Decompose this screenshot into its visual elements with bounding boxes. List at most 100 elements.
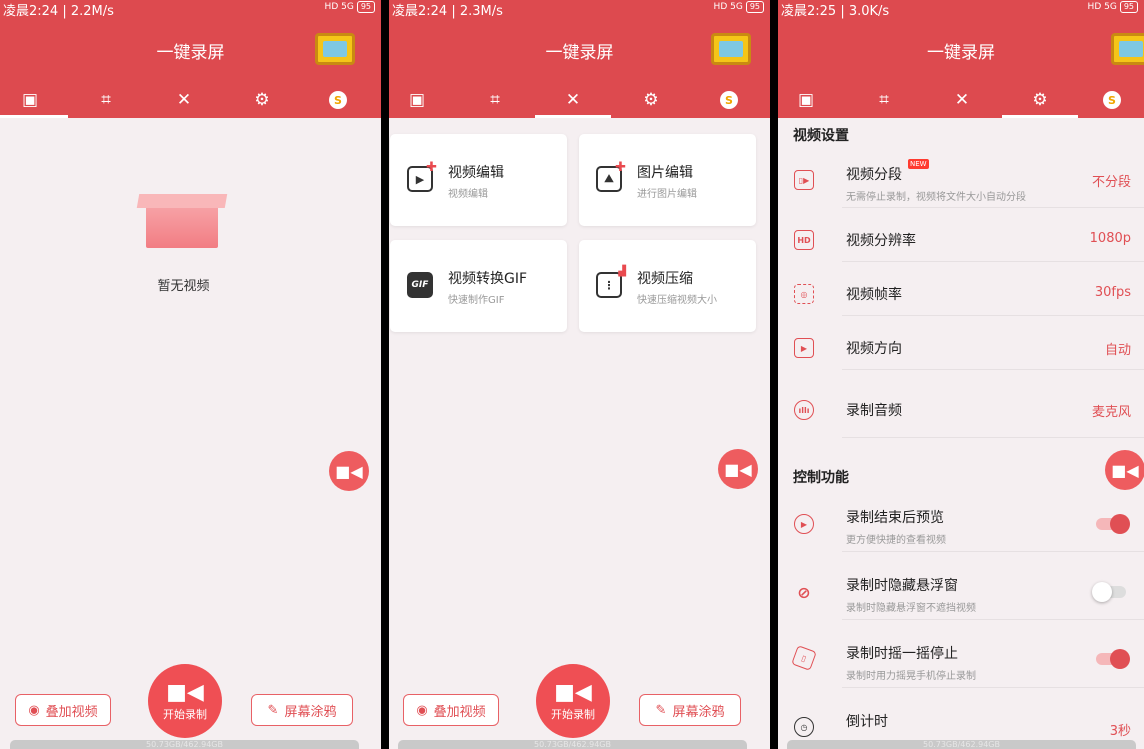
overlay-video-button[interactable]: ◉ 叠加视频: [15, 694, 111, 726]
video-list-icon: ▣: [408, 90, 426, 110]
overlay-video-label: 叠加视频: [45, 704, 98, 720]
tool-card-image-edit[interactable]: ⛰ ✚ 图片编辑 进行图片编辑: [579, 134, 756, 226]
video-list-icon: ▣: [21, 90, 39, 110]
tab-coins[interactable]: S: [300, 82, 376, 118]
setting-value: 30fps: [1094, 285, 1131, 300]
tab-settings[interactable]: ⚙: [613, 82, 689, 118]
tab-tools[interactable]: ✕: [535, 82, 611, 118]
network-indicator: HD 5G: [324, 2, 354, 12]
network-indicator: HD 5G: [1087, 2, 1117, 12]
status-bar: 凌晨2:24 | 2.2M/s HD 5G 95: [0, 0, 381, 19]
tab-coins[interactable]: S: [691, 82, 767, 118]
tool-card-video-compress[interactable]: ⋮ ▟ 视频压缩 快速压缩视频大小: [579, 240, 756, 332]
tab-bar: ▣ ⌗ ✕ ⚙ S: [778, 82, 1144, 118]
tab-tools[interactable]: ✕: [146, 82, 222, 118]
setting-subtitle: 更方便快捷的查看视频: [846, 535, 946, 546]
setting-row-video-segment[interactable]: ▯▶ 视频分段 NEW 无需停止录制，视频将文件大小自动分段 不分段: [778, 158, 1144, 208]
video-camera-icon: ■◀: [166, 680, 204, 705]
brush-icon: ✎: [655, 702, 667, 718]
status-time: 凌晨2:25 | 3.0K/s: [781, 4, 890, 19]
tool-card-video-to-gif[interactable]: GIF 视频转换GIF 快速制作GIF: [390, 240, 567, 332]
coin-icon: S: [1103, 91, 1121, 109]
setting-title: 视频帧率: [846, 287, 902, 303]
shake-phone-icon: ▯: [791, 645, 817, 671]
tab-coins[interactable]: S: [1074, 82, 1144, 118]
tab-crop[interactable]: ⌗: [68, 82, 144, 118]
hide-float-toggle[interactable]: [1092, 582, 1126, 602]
setting-row-frame-rate[interactable]: ◎ 视频帧率 30fps: [778, 262, 1144, 316]
tab-crop[interactable]: ⌗: [457, 82, 533, 118]
segment-icon: ▯▶: [794, 170, 814, 190]
overlay-video-button[interactable]: ◉ 叠加视频: [403, 694, 499, 726]
storage-indicator: 50.73GB/462.94GB: [787, 740, 1136, 749]
setting-row-preview-after-record[interactable]: ▶ 录制结束后预览 更方便快捷的查看视频: [778, 498, 1144, 552]
audio-icon: ıllı: [794, 400, 814, 420]
battery-icon: 95: [356, 1, 375, 13]
gif-icon: GIF: [407, 272, 433, 298]
video-list-icon: ▣: [797, 90, 815, 110]
tab-settings[interactable]: ⚙: [224, 82, 300, 118]
eye-hidden-icon: ⊘: [797, 582, 811, 602]
setting-row-audio[interactable]: ıllı 录制音频 麦克风: [778, 370, 1144, 438]
setting-row-hide-float-window[interactable]: ⊘ 录制时隐藏悬浮窗 录制时隐藏悬浮窗不遮挡视频: [778, 566, 1144, 620]
orientation-icon: ▶: [794, 338, 814, 358]
floating-camera-button[interactable]: ■◀: [329, 451, 369, 491]
floating-camera-button[interactable]: ■◀: [718, 449, 758, 489]
divider: [842, 551, 1144, 552]
compress-icon: ⋮ ▟: [596, 266, 626, 298]
setting-title: 录制时摇一摇停止: [846, 646, 958, 662]
frame-rate-icon: ◎: [794, 284, 814, 304]
preview-toggle[interactable]: [1096, 514, 1130, 534]
tool-subtitle: 进行图片编辑: [637, 189, 697, 200]
tab-video-list[interactable]: ▣: [778, 82, 844, 118]
tab-tools[interactable]: ✕: [924, 82, 1000, 118]
picture-frame-icon[interactable]: [1111, 33, 1144, 65]
tool-card-video-edit[interactable]: ▶ ✚ 视频编辑 视频编辑: [390, 134, 567, 226]
tab-video-list[interactable]: ▣: [0, 82, 68, 118]
shake-toggle[interactable]: [1096, 649, 1130, 669]
start-record-label: 开始录制: [551, 708, 595, 721]
panel-tools: 凌晨2:24 | 2.3M/s HD 5G 95 一键录屏 ▣ ⌗ ✕ ⚙ S ▶…: [389, 0, 770, 749]
setting-value: 1080p: [1089, 231, 1131, 246]
setting-row-resolution[interactable]: HD 视频分辨率 1080p: [778, 208, 1144, 262]
tab-crop[interactable]: ⌗: [846, 82, 922, 118]
tab-settings[interactable]: ⚙: [1002, 82, 1078, 118]
tools-icon: ✕: [954, 90, 970, 110]
setting-row-shake-to-stop[interactable]: ▯ 录制时摇一摇停止 录制时用力摇晃手机停止录制: [778, 634, 1144, 688]
tool-title: 视频压缩: [637, 271, 693, 287]
tool-subtitle: 快速压缩视频大小: [637, 295, 717, 306]
start-record-button[interactable]: ■◀ 开始录制: [536, 664, 610, 738]
setting-title: 视频分段: [846, 164, 902, 184]
tools-icon: ✕: [176, 90, 192, 110]
video-camera-icon: ■◀: [554, 680, 592, 705]
overlay-video-label: 叠加视频: [433, 704, 486, 720]
coin-icon: S: [720, 91, 738, 109]
picture-frame-icon[interactable]: [315, 33, 355, 65]
picture-frame-icon[interactable]: [711, 33, 751, 65]
screen-doodle-button[interactable]: ✎ 屏幕涂鸦: [251, 694, 353, 726]
empty-state-text: 暂无视频: [157, 279, 210, 294]
tab-video-list[interactable]: ▣: [389, 82, 455, 118]
crop-icon: ⌗: [101, 90, 111, 110]
floating-camera-button[interactable]: ■◀: [1105, 450, 1144, 490]
screen-doodle-button[interactable]: ✎ 屏幕涂鸦: [639, 694, 741, 726]
crop-icon: ⌗: [879, 90, 889, 110]
image-edit-icon: ⛰ ✚: [596, 160, 626, 192]
screen-doodle-label: 屏幕涂鸦: [284, 704, 337, 720]
setting-title: 视频分辨率: [846, 233, 916, 249]
play-icon: ▶: [794, 514, 814, 534]
tools-icon: ✕: [565, 90, 581, 110]
header: 凌晨2:24 | 2.2M/s HD 5G 95 一键录屏 ▣ ⌗ ✕ ⚙ S: [0, 0, 381, 118]
setting-subtitle: 录制时隐藏悬浮窗不遮挡视频: [846, 603, 976, 614]
header: 凌晨2:24 | 2.3M/s HD 5G 95 一键录屏 ▣ ⌗ ✕ ⚙ S: [389, 0, 770, 118]
tab-bar: ▣ ⌗ ✕ ⚙ S: [389, 82, 770, 118]
setting-value: 3秒: [1109, 724, 1131, 739]
setting-row-orientation[interactable]: ▶ 视频方向 自动: [778, 316, 1144, 370]
start-record-button[interactable]: ■◀ 开始录制: [148, 664, 222, 738]
settings-icon: ⚙: [643, 90, 659, 110]
setting-subtitle: 无需停止录制，视频将文件大小自动分段: [846, 192, 1026, 203]
status-bar: 凌晨2:24 | 2.3M/s HD 5G 95: [389, 0, 770, 19]
brush-icon: ✎: [267, 702, 279, 718]
storage-indicator: 50.73GB/462.94GB: [10, 740, 359, 749]
tool-title: 视频转换GIF: [448, 271, 528, 287]
